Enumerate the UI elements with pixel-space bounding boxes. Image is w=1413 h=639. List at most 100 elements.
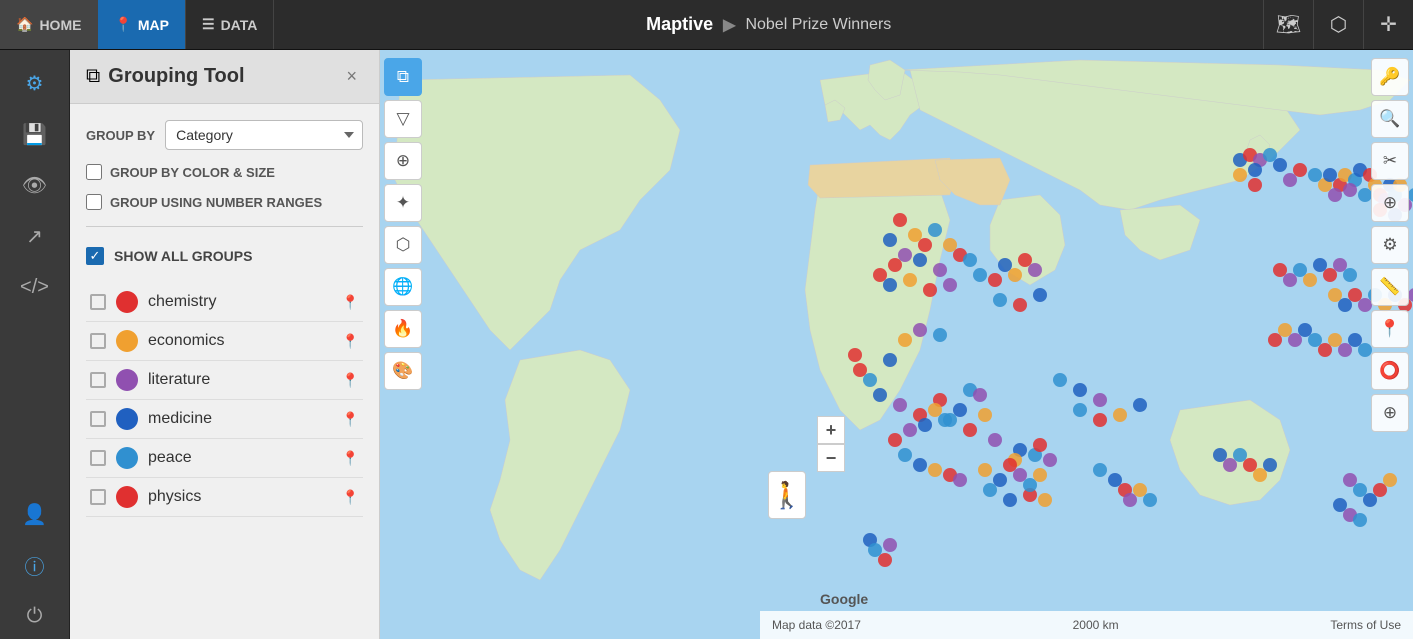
map-marker[interactable] [883, 353, 897, 367]
group-pin[interactable]: 📍 [342, 450, 359, 467]
map-marker[interactable] [1033, 288, 1047, 302]
group-pin[interactable]: 📍 [342, 489, 359, 506]
map-marker[interactable] [1043, 453, 1057, 467]
map-marker[interactable] [893, 213, 907, 227]
zoom-window-button[interactable]: ⊕ [1371, 184, 1409, 222]
legend-button[interactable]: 🗺 [1263, 0, 1313, 49]
group-item[interactable]: chemistry 📍 [86, 283, 363, 322]
map-marker[interactable] [1008, 268, 1022, 282]
map-marker[interactable] [1073, 403, 1087, 417]
map-marker[interactable] [888, 258, 902, 272]
palette-tool-button[interactable]: 🎨 [384, 352, 422, 390]
map-marker[interactable] [1303, 273, 1317, 287]
map-button[interactable]: 📍 MAP [98, 0, 186, 49]
search-button[interactable]: 🔍 [1371, 100, 1409, 138]
filter-tool-button[interactable]: ▽ [384, 100, 422, 138]
panel-close-button[interactable]: × [340, 64, 363, 89]
key-button[interactable]: 🔑 [1371, 58, 1409, 96]
map-marker[interactable] [1273, 158, 1287, 172]
tools-button[interactable]: ✛ [1363, 0, 1413, 49]
map-marker[interactable] [1053, 373, 1067, 387]
group-pin[interactable]: 📍 [342, 372, 359, 389]
sidebar-power[interactable]: ⏻ [12, 593, 58, 639]
sidebar-preview[interactable]: 👁 [12, 162, 58, 208]
map-marker[interactable] [913, 253, 927, 267]
map-marker[interactable] [1113, 408, 1127, 422]
group-by-select[interactable]: Category [165, 120, 363, 150]
data-button[interactable]: ☰ DATA [186, 0, 274, 49]
map-marker[interactable] [903, 273, 917, 287]
map-area[interactable]: Google Map data ©2017 2000 km Terms of U… [380, 50, 1413, 639]
map-marker[interactable] [893, 398, 907, 412]
sidebar-info[interactable]: ⓘ [12, 542, 58, 588]
group-item[interactable]: economics 📍 [86, 322, 363, 361]
map-marker[interactable] [1263, 458, 1277, 472]
group-pin[interactable]: 📍 [342, 333, 359, 350]
map-marker[interactable] [993, 293, 1007, 307]
map-marker[interactable] [848, 348, 862, 362]
map-marker[interactable] [1343, 183, 1357, 197]
map-marker[interactable] [1283, 173, 1297, 187]
zoom-out-button[interactable]: − [817, 444, 845, 472]
map-marker[interactable] [1093, 413, 1107, 427]
map-marker[interactable] [1353, 513, 1367, 527]
map-marker[interactable] [1263, 148, 1277, 162]
add-location-button[interactable]: ⊕ [1371, 394, 1409, 432]
location-button[interactable]: 📍 [1371, 310, 1409, 348]
map-marker[interactable] [1033, 438, 1047, 452]
map-marker[interactable] [978, 408, 992, 422]
home-button[interactable]: 🏠 HOME [0, 0, 98, 49]
map-marker[interactable] [923, 283, 937, 297]
group-checkbox[interactable] [90, 333, 106, 349]
layers-button[interactable]: ⬡ [1313, 0, 1363, 49]
map-marker[interactable] [888, 433, 902, 447]
settings2-button[interactable]: ⚙ [1371, 226, 1409, 264]
sidebar-user[interactable]: 👤 [12, 491, 58, 537]
map-marker[interactable] [918, 418, 932, 432]
map-marker[interactable] [878, 553, 892, 567]
map-marker[interactable] [973, 268, 987, 282]
map-marker[interactable] [963, 253, 977, 267]
map-marker[interactable] [1073, 383, 1087, 397]
map-marker[interactable] [993, 473, 1007, 487]
sidebar-save[interactable]: 💾 [12, 111, 58, 157]
map-marker[interactable] [1248, 178, 1262, 192]
globe-tool-button[interactable]: 🌐 [384, 268, 422, 306]
group-item[interactable]: peace 📍 [86, 439, 363, 478]
map-marker[interactable] [873, 388, 887, 402]
color-size-checkbox[interactable] [86, 164, 102, 180]
map-marker[interactable] [918, 238, 932, 252]
map-marker[interactable] [1038, 493, 1052, 507]
ruler-button[interactable]: 📏 [1371, 268, 1409, 306]
scissors-button[interactable]: ✂ [1371, 142, 1409, 180]
map-marker[interactable] [1133, 398, 1147, 412]
map-marker[interactable] [978, 463, 992, 477]
zoom-in-button[interactable]: + [817, 416, 845, 444]
map-marker[interactable] [883, 538, 897, 552]
map-marker[interactable] [883, 278, 897, 292]
map-marker[interactable] [913, 323, 927, 337]
sidebar-share[interactable]: ↗ [12, 213, 58, 259]
lasso-button[interactable]: ⭕ [1371, 352, 1409, 390]
map-marker[interactable] [933, 328, 947, 342]
group-checkbox[interactable] [90, 489, 106, 505]
group-item[interactable]: medicine 📍 [86, 400, 363, 439]
number-ranges-checkbox[interactable] [86, 194, 102, 210]
map-marker[interactable] [1143, 493, 1157, 507]
street-view-button[interactable]: 🚶 [768, 471, 806, 519]
group-item[interactable]: literature 📍 [86, 361, 363, 400]
map-marker[interactable] [938, 413, 952, 427]
map-marker[interactable] [928, 223, 942, 237]
map-marker[interactable] [988, 433, 1002, 447]
marker-tool-button[interactable]: ✦ [384, 184, 422, 222]
map-marker[interactable] [933, 263, 947, 277]
show-all-checkbox[interactable]: ✓ [86, 247, 104, 265]
map-marker[interactable] [1093, 393, 1107, 407]
fire-tool-button[interactable]: 🔥 [384, 310, 422, 348]
map-marker[interactable] [1093, 463, 1107, 477]
map-marker[interactable] [973, 388, 987, 402]
map-marker[interactable] [1343, 268, 1357, 282]
map-marker[interactable] [1013, 298, 1027, 312]
map-marker[interactable] [863, 373, 877, 387]
group-pin[interactable]: 📍 [342, 294, 359, 311]
